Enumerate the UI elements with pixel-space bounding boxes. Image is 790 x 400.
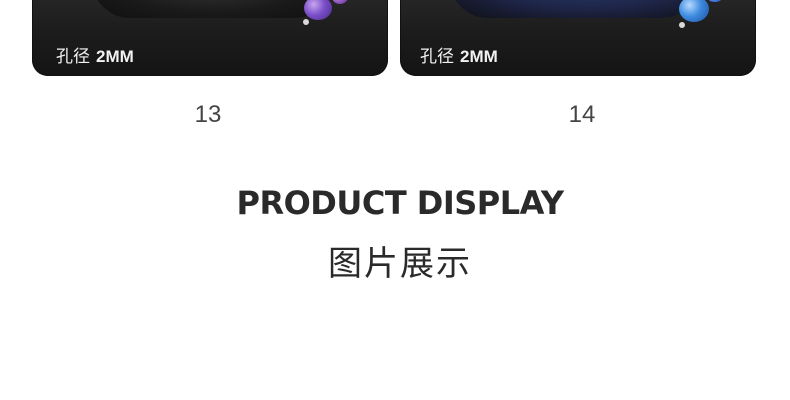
hole-size-spec: 孔径 2MM — [56, 42, 134, 67]
amethyst-bead — [304, 0, 332, 20]
hole-size-label: 孔径 — [420, 47, 454, 67]
amethyst-bead-small — [332, 0, 348, 4]
hole-size-spec: 孔径 2MM — [420, 42, 498, 67]
product-card-13: 孔径 2MM — [32, 0, 388, 76]
hole-size-label: 孔径 — [56, 47, 90, 67]
blue-bead-small — [706, 0, 724, 2]
bead-pin — [679, 22, 685, 28]
section-title-chinese: 图片展示 — [328, 244, 472, 284]
hole-size-value: 2MM — [460, 47, 498, 66]
section-title-english: PRODUCT DISPLAY — [236, 184, 564, 222]
bead-pin — [303, 19, 309, 25]
hole-size-value: 2MM — [96, 47, 134, 66]
item-number-14: 14 — [568, 101, 596, 128]
blue-bead — [679, 0, 709, 22]
bracelet-image-black — [92, 0, 332, 18]
bracelet-image-blue — [450, 0, 700, 18]
item-number-13: 13 — [194, 101, 222, 128]
product-card-14: 孔径 2MM — [400, 0, 756, 76]
